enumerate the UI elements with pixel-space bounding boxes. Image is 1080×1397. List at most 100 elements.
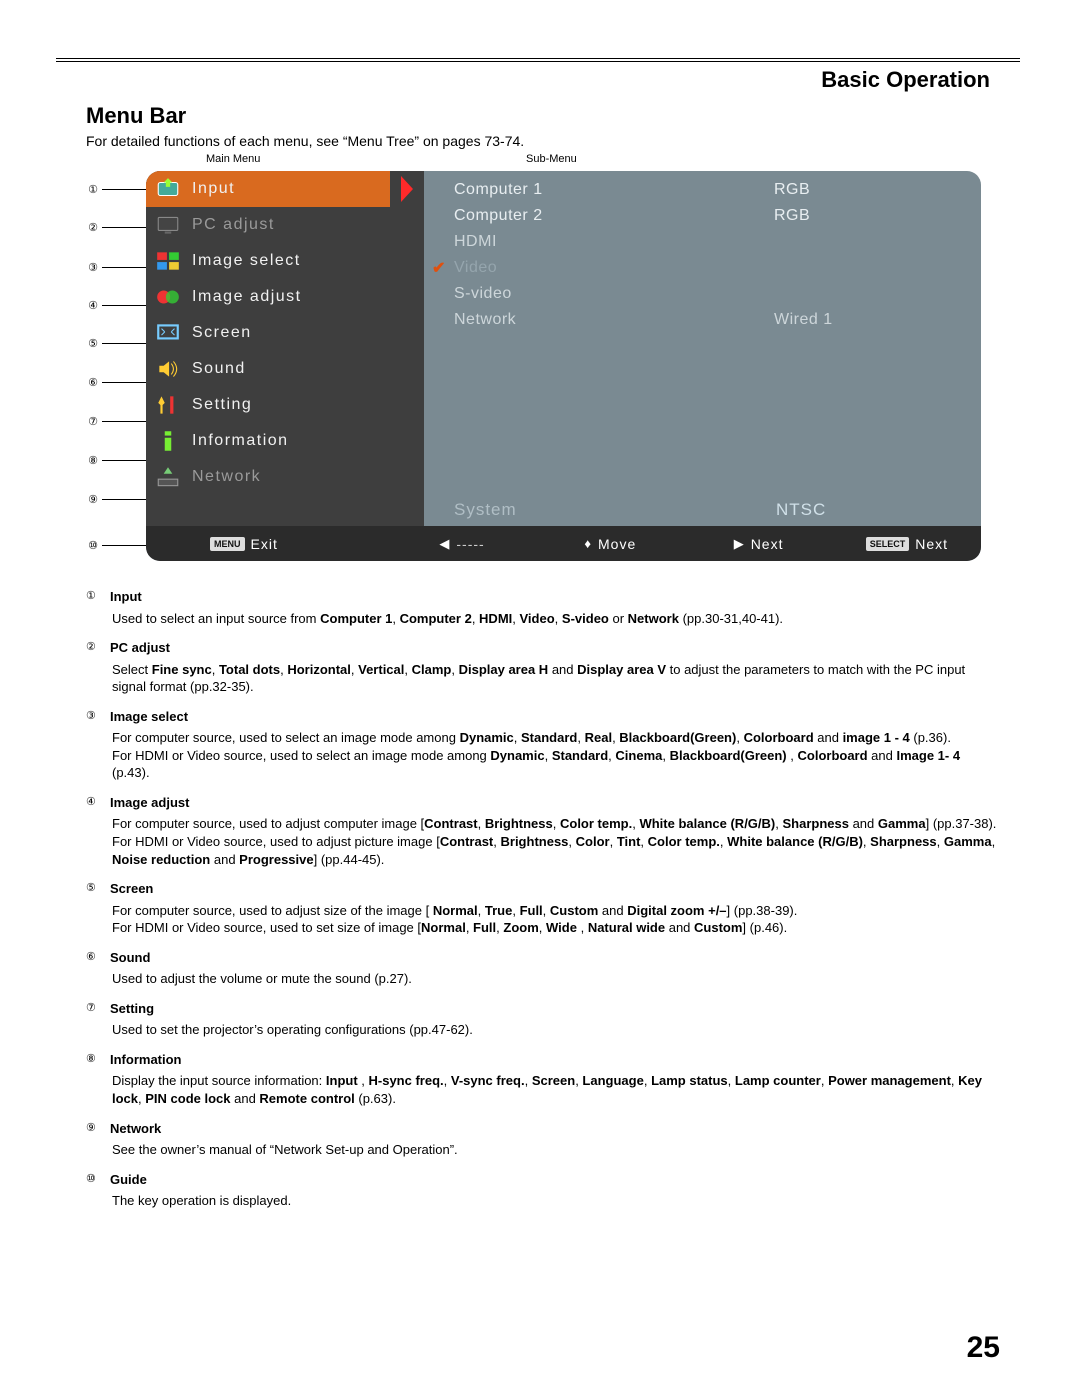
guide-bar: MENUExit ◀----- ♦Move ▶Next SELECTNext xyxy=(146,526,981,561)
right-arrow-icon: ▶ xyxy=(734,536,745,552)
menu-screen[interactable]: Screen xyxy=(146,315,424,351)
menu-image-select-label: Image select xyxy=(192,252,301,270)
desc-head: Information xyxy=(110,1051,1000,1069)
sub-computer2[interactable]: Computer 2RGB xyxy=(424,203,981,229)
desc-item: ③Image select For computer source, used t… xyxy=(86,708,1000,788)
desc-text: Used to set the projector’s operating co… xyxy=(112,1021,1000,1039)
sub-menu-label: Sub-Menu xyxy=(526,153,577,165)
desc-text: For computer source, used to adjust comp… xyxy=(112,815,1000,868)
menu-image-adjust-label: Image adjust xyxy=(192,288,302,306)
desc-num: ⑥ xyxy=(86,949,110,994)
screenshot-area: ① ② ③ ④ ⑤ ⑥ ⑦ ⑧ ⑨ ⑩ Input PC adjust xyxy=(86,171,981,566)
menu-image-adjust[interactable]: Image adjust xyxy=(146,279,424,315)
desc-num: ⑨ xyxy=(86,1120,110,1165)
guide-select[interactable]: SELECTNext xyxy=(833,536,981,552)
menu-pc-adjust-label: PC adjust xyxy=(192,216,275,234)
sub-network[interactable]: NetworkWired 1 xyxy=(424,307,981,333)
desc-item: ⑤Screen For computer source, used to adju… xyxy=(86,880,1000,943)
system-label: System xyxy=(424,500,776,520)
desc-num: ⑩ xyxy=(86,1171,110,1216)
desc-text: For computer source, used to adjust size… xyxy=(112,902,1000,937)
leader-num-5: ⑤ xyxy=(86,337,100,350)
guide-next[interactable]: ▶Next xyxy=(684,536,832,552)
desc-text: The key operation is displayed. xyxy=(112,1192,1000,1210)
menu-input[interactable]: Input xyxy=(146,171,424,207)
desc-head: PC adjust xyxy=(110,639,1000,657)
input-icon xyxy=(154,175,182,203)
select-tag: SELECT xyxy=(866,537,910,551)
desc-head: Screen xyxy=(110,880,1000,898)
system-value: NTSC xyxy=(776,500,826,520)
main-menu-label: Main Menu xyxy=(206,153,260,165)
menu-information-label: Information xyxy=(192,432,289,450)
screen-icon xyxy=(154,319,182,347)
page-title: Menu Bar xyxy=(86,103,1000,129)
desc-head: Image select xyxy=(110,708,1000,726)
desc-item: ⑩Guide The key operation is displayed. xyxy=(86,1171,1000,1216)
description-list: ①Input Used to select an input source fro… xyxy=(86,588,1000,1216)
menu-network[interactable]: Network xyxy=(146,459,424,495)
guide-exit[interactable]: MENUExit xyxy=(146,536,388,552)
desc-head: Input xyxy=(110,588,1000,606)
chevron-right-icon xyxy=(390,171,424,207)
desc-num: ⑤ xyxy=(86,880,110,943)
guide-back[interactable]: ◀----- xyxy=(388,536,536,552)
menu-sound[interactable]: Sound xyxy=(146,351,424,387)
desc-item: ⑦SettingUsed to set the projector’s oper… xyxy=(86,1000,1000,1045)
menu-tag: MENU xyxy=(210,537,245,551)
menu-setting[interactable]: Setting xyxy=(146,387,424,423)
desc-num: ② xyxy=(86,639,110,702)
leader-num-7: ⑦ xyxy=(86,415,100,428)
intro-text: For detailed functions of each menu, see… xyxy=(86,133,1000,149)
labels-row: Main Menu Sub-Menu xyxy=(86,153,1000,171)
guide-move[interactable]: ♦Move xyxy=(536,536,684,552)
leader-num-1: ① xyxy=(86,183,100,196)
section-head: Basic Operation xyxy=(86,67,990,93)
desc-item: ⑨NetworkSee the owner’s manual of “Netwo… xyxy=(86,1120,1000,1165)
desc-text: Used to adjust the volume or mute the so… xyxy=(112,970,1000,988)
image-adjust-icon xyxy=(154,283,182,311)
setting-icon xyxy=(154,391,182,419)
leader-num-9: ⑨ xyxy=(86,493,100,506)
desc-item: ①Input Used to select an input source fro… xyxy=(86,588,1000,633)
sub-hdmi[interactable]: HDMI xyxy=(424,229,981,255)
leader-num-8: ⑧ xyxy=(86,454,100,467)
desc-head: Network xyxy=(110,1120,1000,1138)
sub-computer1[interactable]: Computer 1RGB xyxy=(424,177,981,203)
desc-item: ②PC adjust Select Fine sync, Total dots, … xyxy=(86,639,1000,702)
desc-num: ① xyxy=(86,588,110,633)
leader-num-2: ② xyxy=(86,221,100,234)
leader-num-6: ⑥ xyxy=(86,376,100,389)
menu-information[interactable]: Information xyxy=(146,423,424,459)
menu-setting-label: Setting xyxy=(192,396,252,414)
updown-arrow-icon: ♦ xyxy=(584,536,592,551)
information-icon xyxy=(154,427,182,455)
osd-screenshot: Input PC adjust Image select Image adjus… xyxy=(146,171,981,561)
image-select-icon xyxy=(154,247,182,275)
page-number: 25 xyxy=(967,1331,1000,1365)
desc-num: ③ xyxy=(86,708,110,788)
desc-text: Display the input source information: In… xyxy=(112,1072,1000,1107)
menu-sound-label: Sound xyxy=(192,360,246,378)
menu-image-select[interactable]: Image select xyxy=(146,243,424,279)
check-icon: ✔ xyxy=(432,258,446,278)
system-row[interactable]: System NTSC xyxy=(424,494,981,526)
desc-text: Used to select an input source from Comp… xyxy=(112,610,1000,628)
menu-screen-label: Screen xyxy=(192,324,252,342)
sub-video[interactable]: ✔Video xyxy=(424,255,981,281)
left-arrow-icon: ◀ xyxy=(439,536,450,552)
desc-head: Guide xyxy=(110,1171,1000,1189)
network-icon xyxy=(154,463,182,491)
desc-head: Sound xyxy=(110,949,1000,967)
desc-text: Select Fine sync, Total dots, Horizontal… xyxy=(112,661,1000,696)
menu-pc-adjust[interactable]: PC adjust xyxy=(146,207,424,243)
menu-input-label: Input xyxy=(192,180,235,198)
desc-text: For computer source, used to select an i… xyxy=(112,729,1000,782)
sound-icon xyxy=(154,355,182,383)
sub-svideo[interactable]: S-video xyxy=(424,281,981,307)
desc-num: ⑦ xyxy=(86,1000,110,1045)
pc-adjust-icon xyxy=(154,211,182,239)
top-rule xyxy=(56,58,1020,62)
sub-menu: Computer 1RGB Computer 2RGB HDMI ✔Video … xyxy=(424,171,981,526)
desc-num: ⑧ xyxy=(86,1051,110,1114)
